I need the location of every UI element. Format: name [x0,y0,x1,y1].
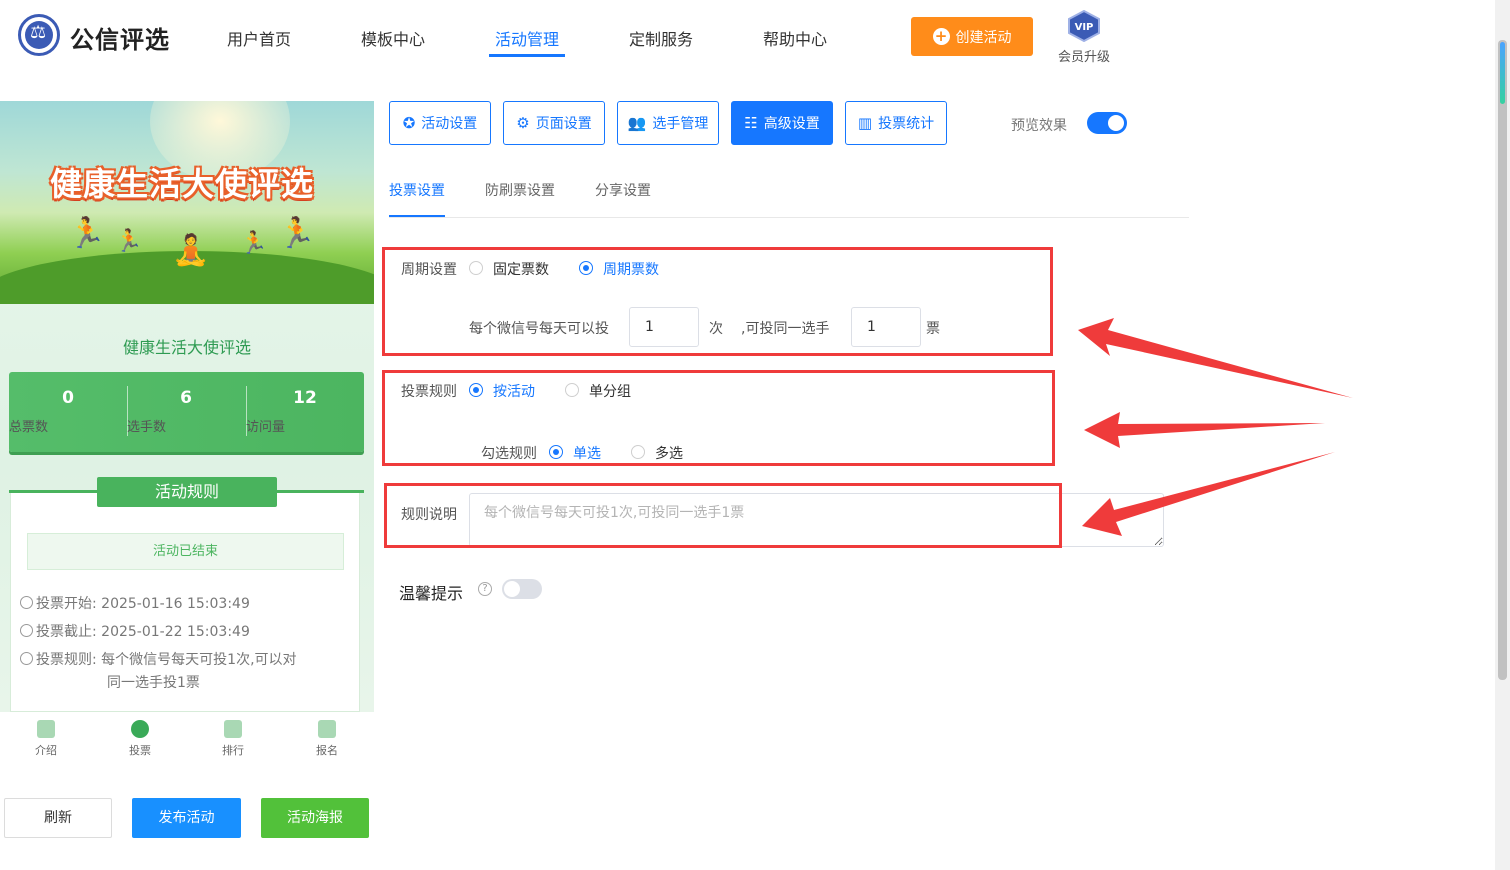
contestant-management-button[interactable]: 👥 选手管理 [617,101,719,145]
top-header: 公信评选 用户首页 模板中心 活动管理 定制服务 帮助中心 + 创建活动 VIP… [0,0,1510,75]
stat-value: 6 [180,388,192,408]
vote-rule-text: 每个微信号每天可投1次,可以对 [101,652,297,668]
clock-icon [20,596,33,609]
runner-figure-icon: 🏃 [278,216,316,251]
page-settings-button[interactable]: ⚙ 页面设置 [503,101,605,145]
nav-active-underline [489,54,565,57]
nav-activity-management[interactable]: 活动管理 [495,26,559,50]
vote-rule-row: 投票规则: 每个微信号每天可投1次,可以对 [20,649,297,669]
activity-settings-label: 活动设置 [421,116,478,132]
rules-ribbon-title: 活动规则 [97,477,277,507]
plus-circle-icon: + [932,28,950,45]
preview-effect-label: 预览效果 [1011,118,1067,134]
vote-rule-text-cont: 同一选手投1票 [107,675,200,691]
vote-start-row: 投票开始: 2025-01-16 15:03:49 [20,593,250,613]
stat-contestants: 6 选手数 [127,388,245,435]
vote-start-label: 投票开始: [36,596,97,612]
tab-ranking-label: 排行 [222,744,244,757]
annotation-box-vote-rule [382,370,1055,466]
stat-label: 选手数 [127,420,167,435]
nav-custom-service[interactable]: 定制服务 [629,26,693,50]
arrow-to-rule-desc-icon [1082,452,1335,536]
create-activity-label: 创建活动 [955,29,1012,46]
activity-settings-button[interactable]: ✪ 活动设置 [389,101,491,145]
page-scrollbar-thumb[interactable] [1498,40,1507,680]
brand-name[interactable]: 公信评选 [70,20,170,55]
annotation-arrows [1078,318,1353,536]
star-circle-icon: ✪ [402,114,416,132]
create-activity-button[interactable]: + 创建活动 [911,17,1033,56]
vip-badge-text: VIP [1075,22,1094,33]
document-icon [37,720,55,738]
page-settings-label: 页面设置 [535,116,592,132]
tab-signup[interactable]: 报名 [297,720,357,758]
vip-badge-icon[interactable]: VIP [1066,10,1102,42]
yoga-figure-icon: 🧘 [172,233,210,268]
stat-visits: 12 访问量 [246,388,364,435]
activity-title: 健康生活大使评选 [122,338,251,357]
advanced-settings-button[interactable]: ☷ 高级设置 [731,101,833,145]
stat-value: 12 [293,388,317,408]
tab-intro[interactable]: 介绍 [16,720,76,758]
activity-stats-card: 0 总票数 6 选手数 12 访问量 [9,372,364,452]
activity-banner-image: 🏃 🏃 🧘 🏃 🏃 健康生活大使评选 [0,101,374,304]
nav-template-center[interactable]: 模板中心 [361,26,425,50]
vote-end-time: 2025-01-22 15:03:49 [101,624,250,640]
banner-title: 健康生活大使评选 [50,165,315,203]
advanced-settings-label: 高级设置 [763,116,820,132]
nav-help-center[interactable]: 帮助中心 [763,26,827,50]
tab-intro-label: 介绍 [35,744,57,757]
tab-vote[interactable]: 投票 [110,720,170,758]
gear-icon: ⚙ [516,114,530,132]
info-icon [20,652,33,665]
tab-vote-settings[interactable]: 投票设置 [389,180,445,200]
stat-label: 访问量 [246,420,286,435]
vote-statistics-button[interactable]: ▥ 投票统计 [845,101,947,145]
activity-ended-notice: 活动已结束 [27,533,344,570]
medal-icon [224,720,242,738]
preview-bottom-tabbar: 介绍 投票 排行 报名 [0,712,374,762]
sub-tab-divider [389,217,1189,218]
vote-end-label: 投票截止: [36,624,97,640]
vote-start-time: 2025-01-16 15:03:49 [101,596,250,612]
stat-label: 总票数 [9,420,49,435]
vote-statistics-label: 投票统计 [878,116,935,132]
activity-poster-button[interactable]: 活动海报 [261,798,369,838]
sliders-icon: ☷ [744,114,758,132]
vote-rule-label: 投票规则: [36,652,97,668]
stat-value: 0 [62,388,74,408]
scroll-progress-indicator [1500,42,1505,104]
contestant-management-label: 选手管理 [652,116,709,132]
annotation-box-period [382,247,1053,356]
stat-total-votes: 0 总票数 [9,388,127,435]
bar-chart-icon: ▥ [857,114,873,132]
tab-share-settings[interactable]: 分享设置 [595,180,651,200]
edit-icon [318,720,336,738]
arrow-to-period-icon [1078,318,1353,398]
mobile-preview-panel: 🏃 🏃 🧘 🏃 🏃 健康生活大使评选 健康生活大使评选 0 总票数 6 选手数 … [0,101,374,712]
publish-activity-button[interactable]: 发布活动 [132,798,241,838]
vote-end-row: 投票截止: 2025-01-22 15:03:49 [20,621,250,641]
vip-upgrade-label[interactable]: 会员升级 [1058,46,1110,65]
refresh-button[interactable]: 刷新 [4,798,112,838]
users-icon: 👥 [627,114,647,132]
arrow-to-vote-rule-icon [1084,412,1325,448]
runner-figure-icon: 🏃 [115,229,143,254]
tab-signup-label: 报名 [316,744,338,757]
warm-tips-label: 温馨提示 [399,584,464,603]
warm-tips-toggle[interactable] [502,579,542,599]
annotation-box-rule-desc [384,483,1062,548]
runner-figure-icon: 🏃 [68,216,106,251]
tab-anti-fraud-settings[interactable]: 防刷票设置 [485,180,555,200]
tab-vote-label: 投票 [129,744,151,757]
clock-icon [20,624,33,637]
vote-icon [131,720,149,738]
brand-logo-icon[interactable] [18,14,60,56]
tab-ranking[interactable]: 排行 [203,720,263,758]
runner-figure-icon: 🏃 [240,231,268,256]
nav-user-home[interactable]: 用户首页 [227,26,291,50]
help-circle-icon[interactable]: ? [478,582,492,596]
preview-effect-toggle[interactable] [1087,112,1127,134]
